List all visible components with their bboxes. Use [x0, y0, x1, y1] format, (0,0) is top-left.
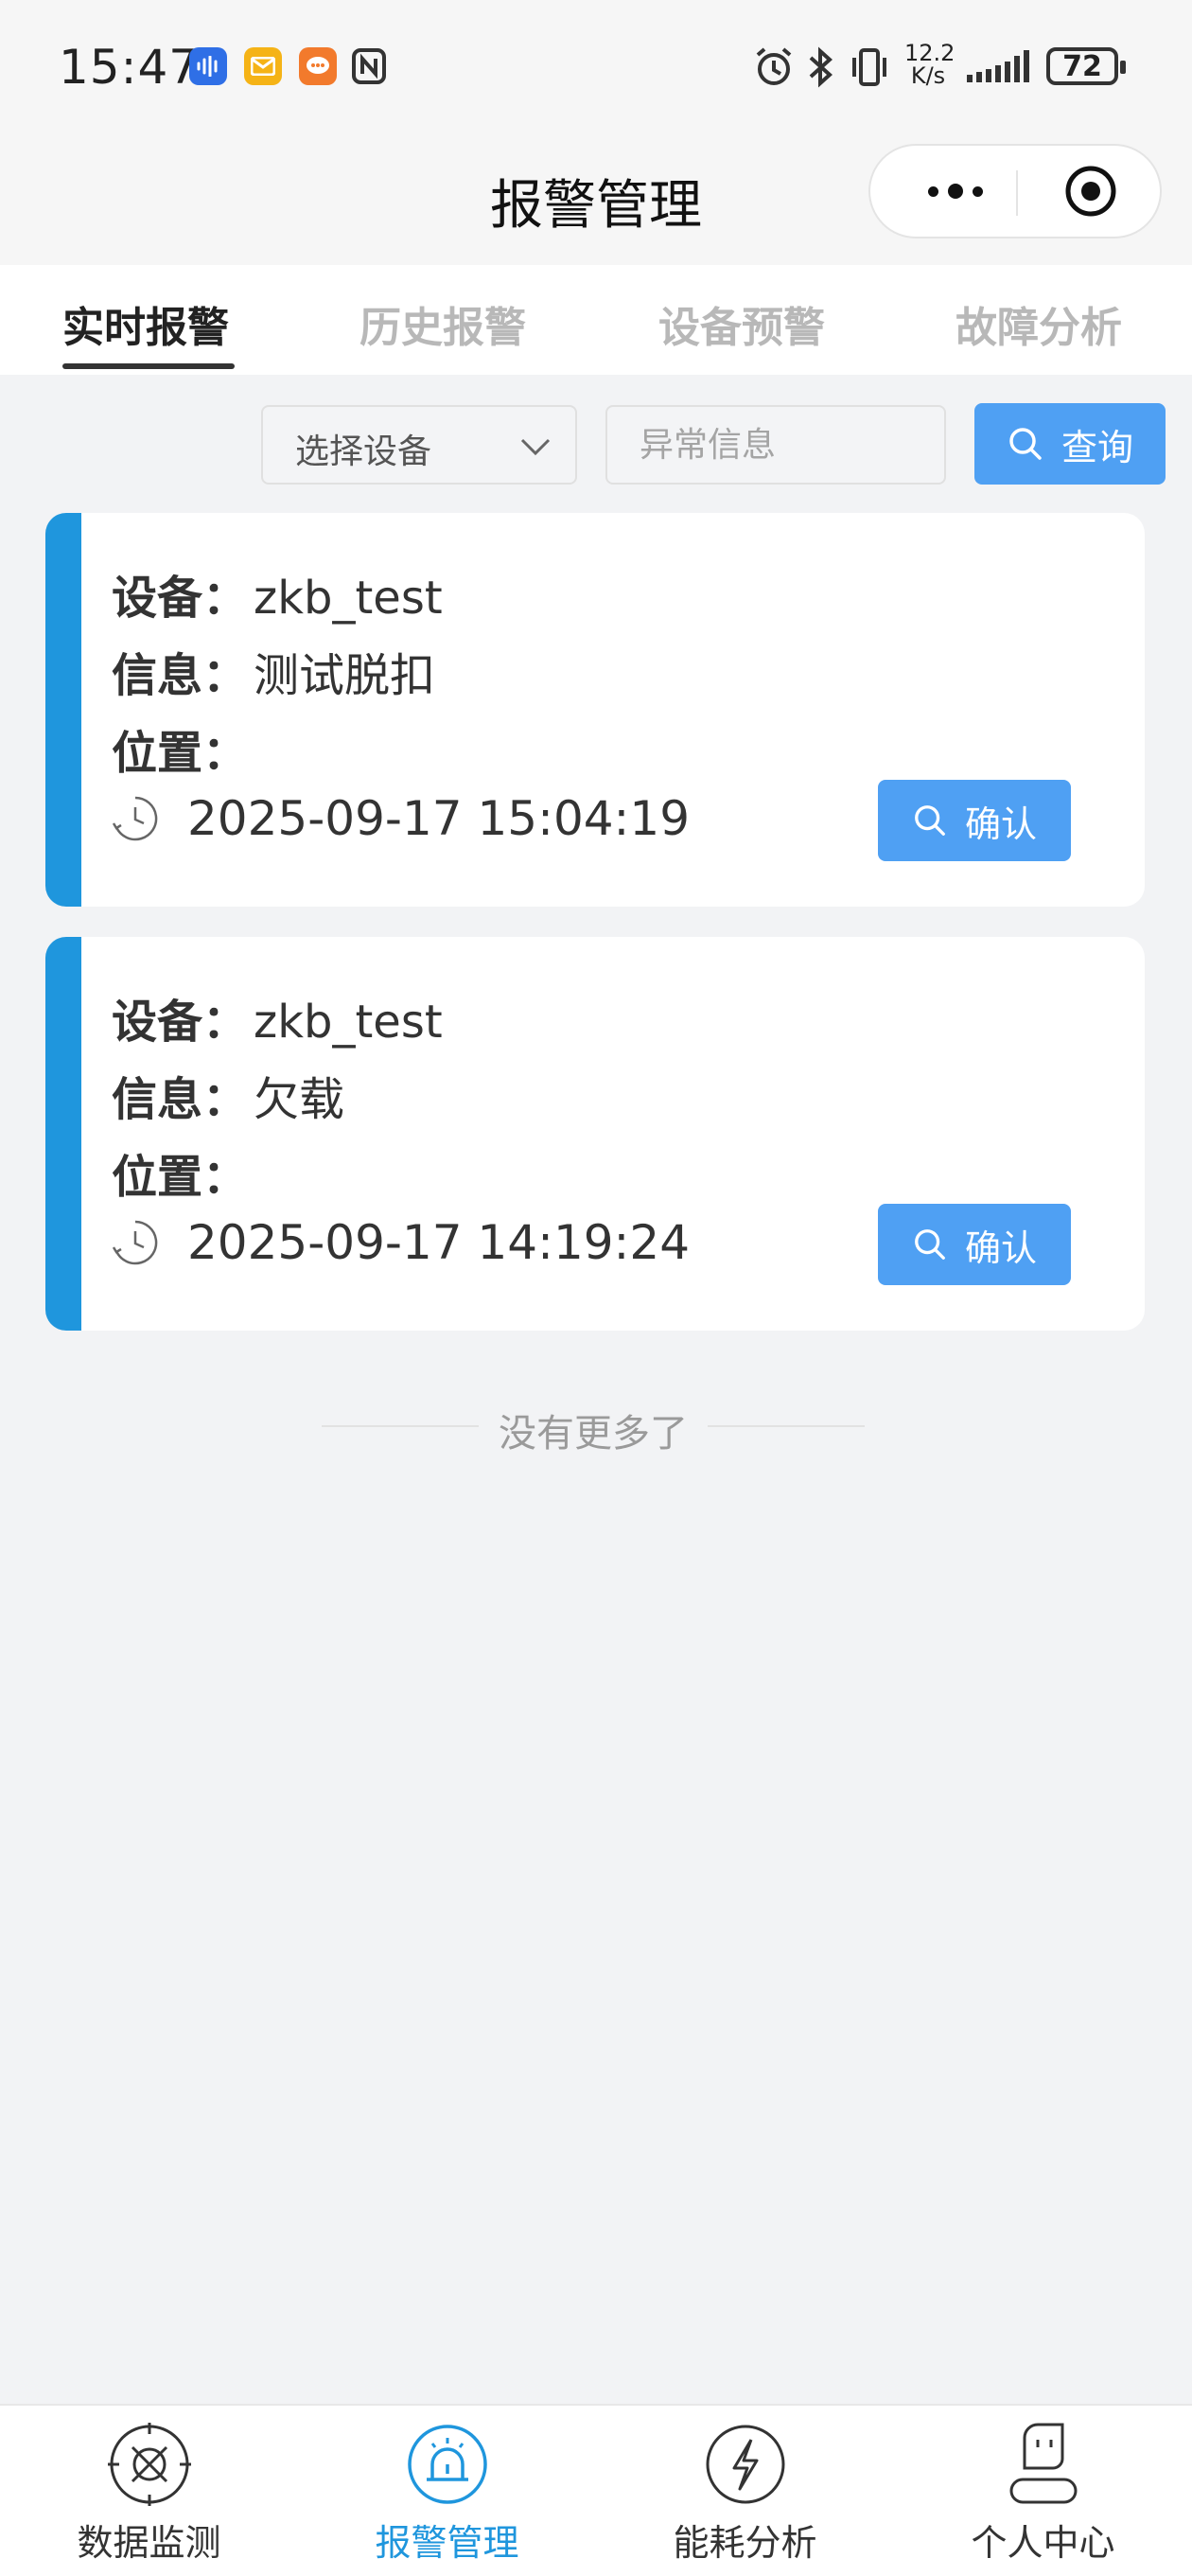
- query-button[interactable]: 查询: [974, 403, 1166, 485]
- alarm-device-row: 设备： zkb_test: [112, 984, 443, 1050]
- capsule-divider: [1016, 170, 1018, 216]
- alarm-location-row: 位置：: [112, 1139, 254, 1206]
- monitor-icon: [108, 2423, 191, 2506]
- mini-program-capsule: [868, 144, 1162, 238]
- bluetooth-icon: [806, 44, 834, 91]
- nfc-icon: [350, 47, 388, 85]
- info-label: 信息：: [112, 1073, 249, 1126]
- network-speed-unit: K/s: [910, 62, 946, 89]
- location-label: 位置：: [112, 727, 249, 780]
- close-mini-program-icon[interactable]: [1064, 165, 1117, 218]
- location-label: 位置：: [112, 1151, 249, 1204]
- search-icon: [915, 1229, 945, 1260]
- user-icon: [1009, 2423, 1078, 2504]
- nav-personal-center[interactable]: 个人中心: [894, 2406, 1192, 2576]
- list-end-indicator: 没有更多了: [322, 1397, 865, 1456]
- tab-realtime-alarm[interactable]: 实时报警: [62, 293, 229, 354]
- alarm-info-row: 信息： 测试脱扣: [112, 638, 435, 704]
- mail-app-icon: [244, 47, 282, 85]
- alarm-time-row: 2025-09-17 14:19:24: [112, 1215, 690, 1270]
- alarm-device-row: 设备： zkb_test: [112, 560, 443, 626]
- battery-indicator: 72: [1046, 47, 1126, 85]
- alarm-clock-icon: [753, 44, 795, 91]
- lightning-icon: [706, 2425, 785, 2504]
- confirm-button-label: 确认: [964, 803, 1037, 845]
- chat-app-icon: [299, 47, 337, 85]
- status-bar: 15:47 12.2 K/s 72: [0, 0, 1192, 132]
- signal-icon: [965, 44, 1033, 91]
- nav-label: 报警管理: [375, 2522, 519, 2564]
- navigation-bar: 报警管理: [0, 132, 1192, 265]
- device-label: 设备：: [112, 572, 249, 625]
- nav-label: 能耗分析: [673, 2522, 817, 2564]
- chevron-down-icon: [520, 438, 551, 456]
- alarm-location-row: 位置：: [112, 715, 254, 782]
- nav-energy-analysis[interactable]: 能耗分析: [596, 2406, 894, 2576]
- search-icon: [1009, 428, 1042, 460]
- alarm-device: zkb_test: [254, 572, 443, 625]
- abnormal-info-input[interactable]: [605, 405, 946, 485]
- info-label: 信息：: [112, 649, 249, 702]
- tab-fault-analysis[interactable]: 故障分析: [955, 293, 1122, 354]
- device-label: 设备：: [112, 996, 249, 1049]
- alarm-info: 测试脱扣: [254, 649, 436, 702]
- dot-icon: [973, 185, 983, 197]
- vibrate-icon: [848, 44, 891, 91]
- dot-icon: [948, 184, 963, 199]
- tab-history-alarm[interactable]: 历史报警: [359, 293, 526, 354]
- tab-bar: 实时报警 历史报警 设备预警 故障分析: [0, 265, 1192, 375]
- dot-icon: [928, 185, 938, 197]
- device-select[interactable]: 选择设备: [261, 405, 577, 485]
- confirm-button[interactable]: 确认: [878, 780, 1071, 861]
- more-options-button[interactable]: [913, 146, 998, 237]
- bottom-navigation: 数据监测 报警管理 能耗分析 个人中心: [0, 2404, 1192, 2576]
- alarm-time: 2025-09-17 15:04:19: [187, 791, 691, 846]
- nav-label: 数据监测: [77, 2522, 221, 2564]
- voice-app-icon: [189, 47, 227, 85]
- alarm-info: 欠载: [254, 1073, 345, 1126]
- network-speed-value: 12.2: [904, 40, 955, 66]
- status-time: 15:47: [59, 40, 201, 95]
- no-more-text: 没有更多了: [499, 1412, 688, 1456]
- alarm-light-icon: [408, 2425, 487, 2504]
- alarm-card: 设备： zkb_test 信息： 欠载 位置： 2025-09-17 14:19:2…: [45, 937, 1145, 1331]
- confirm-button[interactable]: 确认: [878, 1204, 1071, 1285]
- nav-alarm-management[interactable]: 报警管理: [298, 2406, 596, 2576]
- active-tab-underline: [62, 363, 235, 369]
- alarm-info-row: 信息： 欠载: [112, 1062, 344, 1128]
- tab-device-warning[interactable]: 设备预警: [658, 293, 825, 354]
- alarm-device: zkb_test: [254, 996, 443, 1049]
- alarm-time: 2025-09-17 14:19:24: [187, 1215, 691, 1270]
- network-speed: 12.2 K/s: [904, 40, 955, 89]
- alarm-time-row: 2025-09-17 15:04:19: [112, 791, 690, 846]
- clock-icon: [112, 796, 158, 841]
- search-icon: [915, 805, 945, 836]
- nav-data-monitoring[interactable]: 数据监测: [0, 2406, 298, 2576]
- device-select-label: 选择设备: [295, 432, 432, 471]
- confirm-button-label: 确认: [964, 1226, 1037, 1269]
- card-accent-bar: [45, 937, 81, 1331]
- alarm-card: 设备： zkb_test 信息： 测试脱扣 位置： 2025-09-17 15:04…: [45, 513, 1145, 907]
- query-button-label: 查询: [1061, 426, 1133, 468]
- clock-icon: [112, 1220, 158, 1265]
- nav-label: 个人中心: [971, 2522, 1115, 2564]
- card-accent-bar: [45, 513, 81, 907]
